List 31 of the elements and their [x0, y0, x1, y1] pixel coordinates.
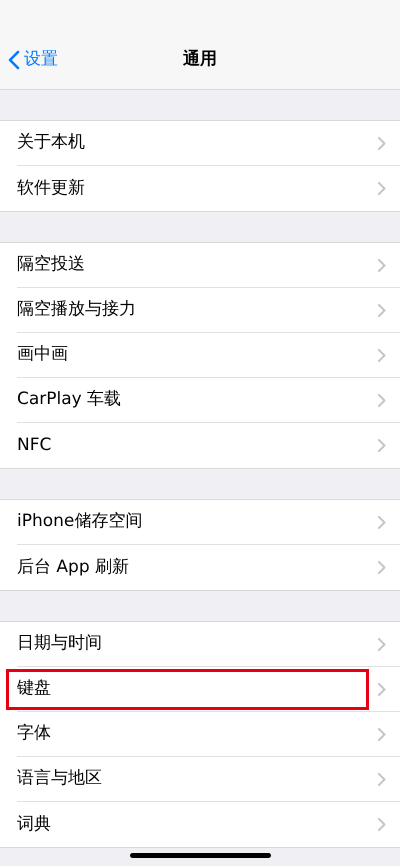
- settings-row[interactable]: 画中画: [17, 333, 400, 378]
- settings-row[interactable]: 隔空投送: [17, 243, 400, 288]
- settings-row[interactable]: NFC: [17, 423, 400, 468]
- back-chevron-icon: [8, 50, 20, 70]
- settings-row[interactable]: CarPlay 车载: [17, 378, 400, 423]
- settings-row[interactable]: 后台 App 刷新: [17, 545, 400, 590]
- chevron-icon: [378, 136, 386, 150]
- chevron-icon: [378, 638, 386, 650]
- settings-row[interactable]: 日期与时间: [17, 622, 400, 667]
- chevron-icon: [378, 304, 386, 316]
- settings-row[interactable]: 关于本机: [17, 121, 400, 166]
- nav-title: 通用: [183, 48, 217, 71]
- settings-row[interactable]: 词典: [17, 802, 400, 847]
- chevron-icon: [378, 348, 386, 362]
- settings-row[interactable]: 键盘: [17, 667, 400, 712]
- chevron-icon: [378, 516, 386, 528]
- chevron-icon: [378, 394, 386, 406]
- settings-row[interactable]: 隔空播放与接力: [17, 288, 400, 333]
- chevron-icon: [378, 682, 386, 696]
- chevron-icon: [378, 182, 386, 195]
- chevron-icon: [378, 561, 386, 574]
- chevron-icon: [378, 772, 386, 786]
- chevron-icon: [378, 818, 386, 831]
- chevron-icon: [378, 439, 386, 452]
- settings-row[interactable]: iPhone储存空间: [17, 500, 400, 545]
- settings-row[interactable]: 软件更新: [17, 166, 400, 211]
- chevron-icon: [378, 728, 386, 740]
- settings-row[interactable]: 字体: [17, 712, 400, 757]
- back-button[interactable]: 设置: [0, 46, 58, 72]
- settings-row[interactable]: 语言与地区: [17, 757, 400, 802]
- chevron-icon: [378, 258, 386, 272]
